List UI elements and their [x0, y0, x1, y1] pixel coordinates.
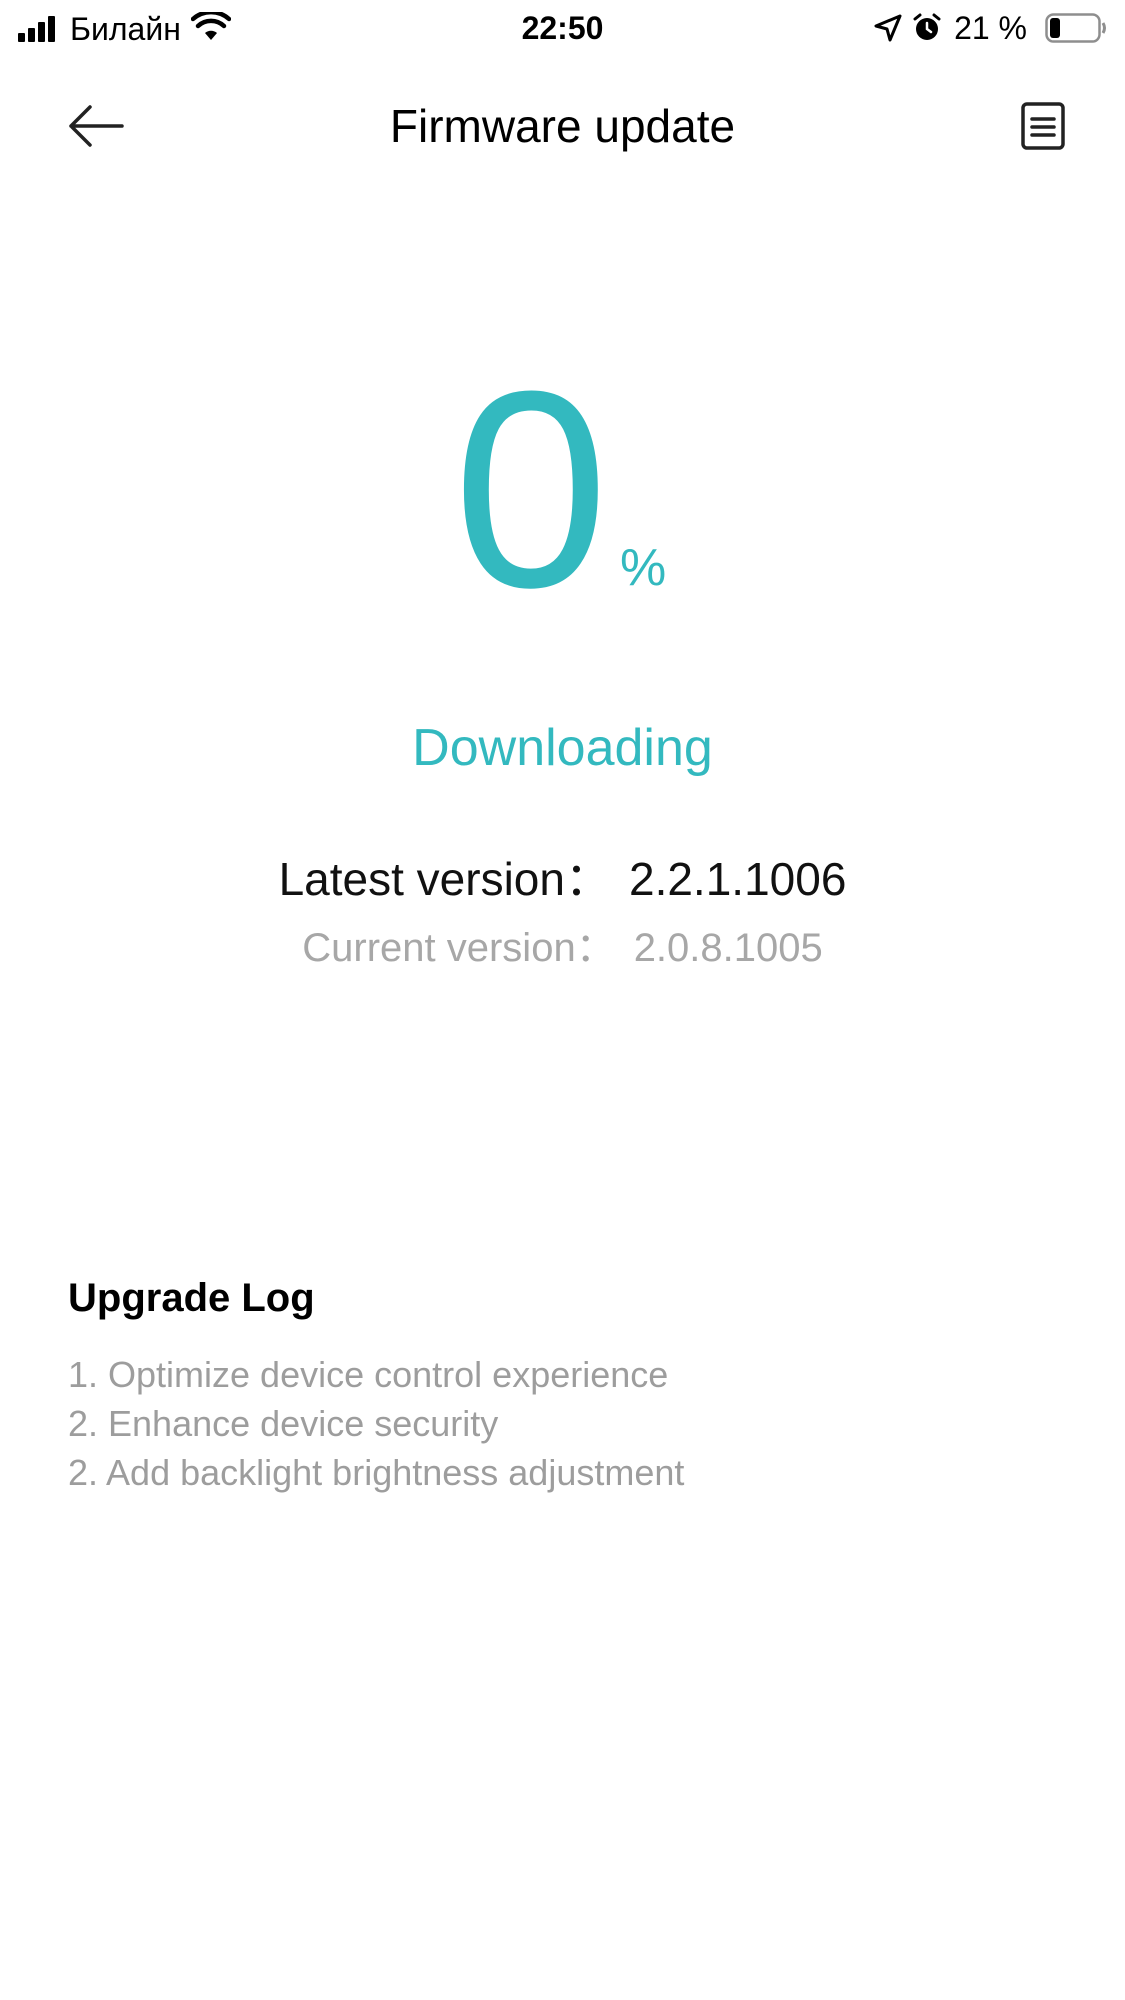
- list-item: 2. Add backlight brightness adjustment: [68, 1452, 685, 1493]
- battery-icon: [1045, 13, 1107, 43]
- progress-indicator: 0 %: [0, 334, 1125, 646]
- latest-version: Latest version： 2.2.1.1006: [0, 850, 1125, 908]
- battery-percent: 21 %: [954, 10, 1027, 46]
- page-title: Firmware update: [389, 100, 736, 152]
- status-bar-right: 21 %: [864, 10, 1107, 46]
- latest-version-value: 2.2.1.1006: [628, 853, 847, 905]
- progress-value: 0: [453, 334, 609, 646]
- current-version: Current version： 2.0.8.1005: [0, 922, 1125, 974]
- current-version-value: 2.0.8.1005: [633, 926, 823, 970]
- location-arrow-icon: [874, 14, 902, 42]
- latest-version-label: Latest version：: [278, 853, 611, 905]
- upgrade-log-title: Upgrade Log: [68, 1276, 315, 1320]
- list-item: 1. Optimize device control experience: [68, 1354, 669, 1395]
- list-item: 2. Enhance device security: [68, 1403, 499, 1444]
- log-button[interactable]: [1013, 96, 1073, 156]
- nav-bar: Firmware update: [0, 60, 1125, 190]
- document-icon: [1021, 102, 1065, 150]
- download-status: Downloading: [412, 719, 713, 777]
- current-version-label: Current version：: [302, 926, 616, 970]
- status-bar: Билайн 22:50 21 %: [0, 0, 1125, 56]
- progress-unit: %: [620, 539, 667, 597]
- upgrade-log-list: 1. Optimize device control experience 2.…: [68, 1350, 684, 1497]
- alarm-clock-icon: [912, 13, 942, 43]
